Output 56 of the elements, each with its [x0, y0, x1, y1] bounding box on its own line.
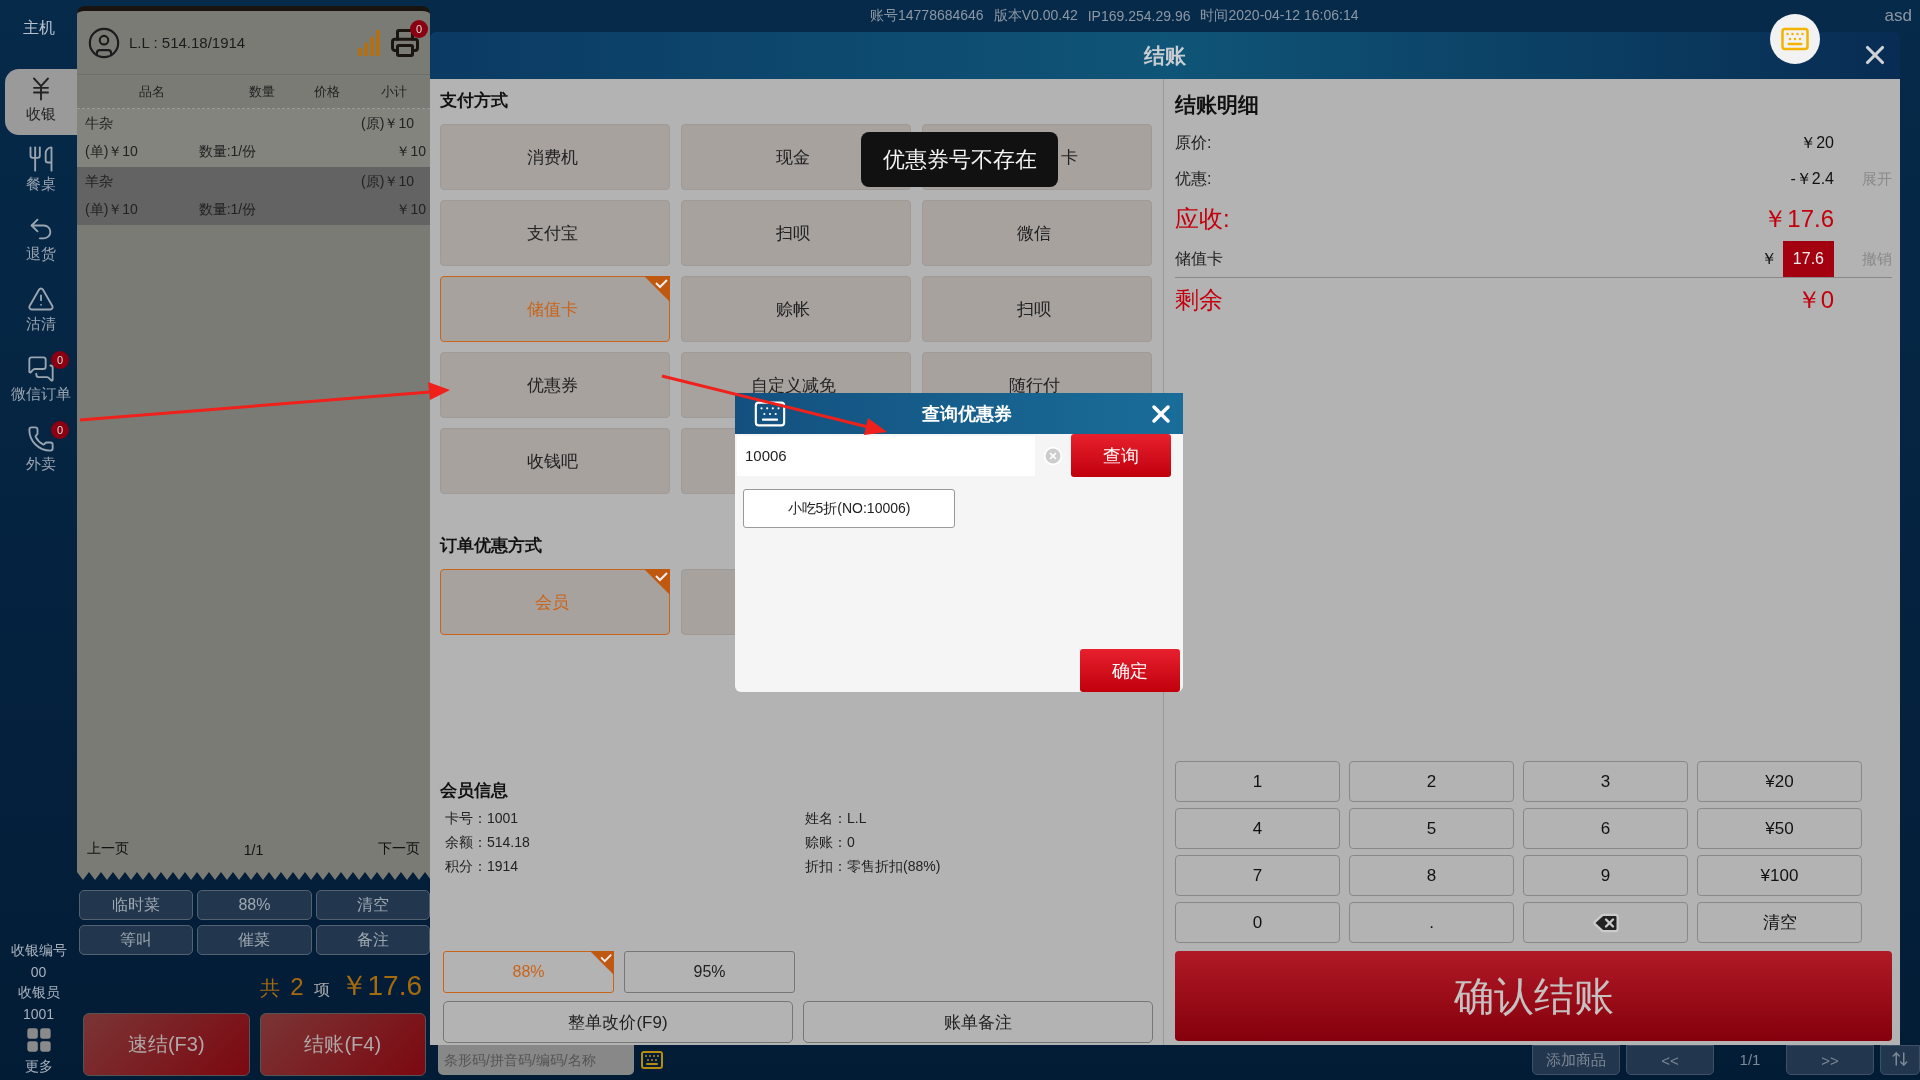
summary-value: ￥17.6 — [1763, 204, 1834, 234]
modal-title: 结账 — [1144, 42, 1186, 69]
summary-label: 储值卡 — [1175, 248, 1224, 269]
summary-label: 原价: — [1175, 132, 1213, 153]
summary-value: ￥0 — [1796, 285, 1834, 315]
host-label: 主机 — [21, 18, 56, 38]
page-indicator: 1/1 — [1738, 1050, 1762, 1070]
summary-value: ￥20 — [1800, 132, 1834, 153]
section-title: 会员信息 — [440, 780, 509, 802]
original-price: (原)￥10 — [360, 115, 415, 133]
status-text: 版本V0.00.42 — [993, 7, 1078, 25]
summary-label: 剩余 — [1175, 285, 1224, 315]
column-header: 数量 — [248, 82, 276, 101]
cashier-id-label: 收银编号 — [10, 942, 67, 960]
item-quantity: 数量:1/份 — [198, 143, 258, 161]
unit-price: (单)￥10 — [85, 143, 139, 161]
summary-title: 结账明细 — [1175, 92, 1260, 118]
item-count: 2 — [290, 973, 304, 1001]
cashier-staff-label: 收银员 — [17, 984, 60, 1002]
item-quantity: 数量:1/份 — [198, 201, 258, 219]
member-field: 姓名：L.L — [805, 810, 1153, 828]
user-name: asd — [1884, 6, 1912, 26]
section-title: 订单优惠方式 — [440, 535, 543, 557]
column-header: 价格 — [313, 82, 341, 101]
page-indicator: 1/1 — [243, 842, 264, 858]
count-badge: 0 — [51, 421, 69, 439]
item-unit: 项 — [313, 980, 330, 1000]
item-name: 牛杂 — [85, 115, 114, 133]
item-subtotal: ￥10 — [395, 201, 426, 219]
original-price: (原)￥10 — [360, 173, 415, 191]
unit-price: (单)￥10 — [85, 201, 139, 219]
currency-sign: ￥ — [1760, 248, 1777, 269]
cashier-staff: 1001 — [22, 1006, 55, 1022]
count-badge: 0 — [410, 19, 428, 38]
summary-value: -￥2.4 — [1790, 168, 1834, 189]
member-field: 积分：1914 — [445, 858, 805, 876]
cashier-id: 00 — [30, 964, 47, 980]
member-field: 卡号：1001 — [445, 810, 805, 828]
summary-label: 优惠: — [1175, 168, 1213, 189]
member-field: 折扣：零售折扣(88%) — [805, 858, 1153, 876]
total-amount: ￥17.6 — [339, 969, 422, 1003]
summary-label: 应收: — [1175, 204, 1231, 234]
member-field: 赊账：0 — [805, 834, 1153, 852]
total-prefix: 共 — [260, 976, 281, 1001]
column-header: 小计 — [379, 82, 408, 101]
error-toast: 优惠券号不存在 — [861, 132, 1058, 187]
section-title: 支付方式 — [440, 90, 509, 112]
count-badge: 0 — [51, 351, 69, 369]
item-name: 羊杂 — [85, 173, 114, 191]
item-subtotal: ￥10 — [395, 143, 426, 161]
status-text: 账号14778684646 — [870, 7, 984, 25]
status-text: IP169.254.29.96 — [1087, 8, 1191, 24]
member-summary: L.L : 514.18/1914 — [129, 34, 247, 51]
member-field: 余额：514.18 — [445, 834, 805, 852]
column-header: 品名 — [138, 82, 166, 101]
status-text: 时间2020-04-12 16:06:14 — [1200, 7, 1359, 25]
